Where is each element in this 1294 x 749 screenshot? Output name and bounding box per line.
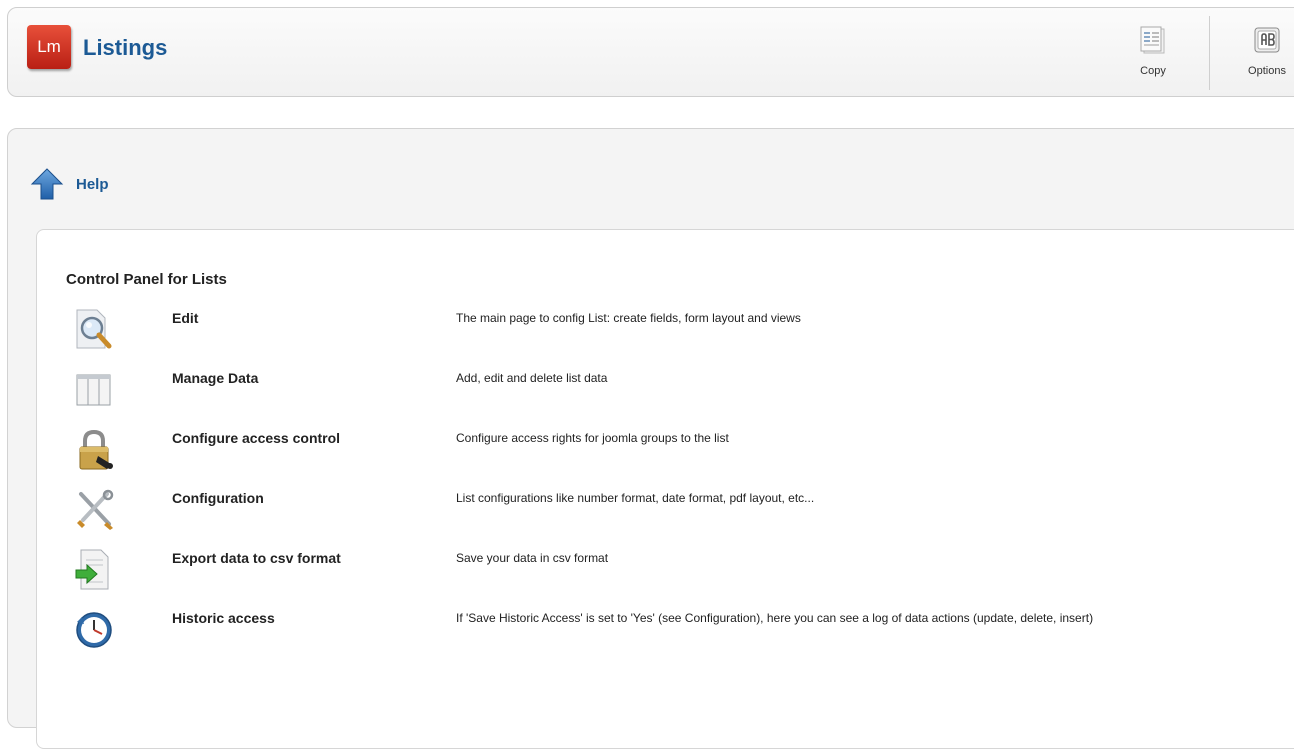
copy-button[interactable]: Copy	[1123, 25, 1183, 89]
app-logo: Lm	[27, 25, 71, 69]
export-document-icon	[75, 549, 109, 590]
list-item: Edit The main page to config List: creat…	[66, 308, 1286, 358]
columns-table-icon	[76, 374, 111, 406]
help-label: Help	[76, 176, 109, 193]
configuration-link[interactable]: Configuration	[172, 490, 264, 506]
options-label: Options	[1248, 65, 1286, 77]
item-description: Save your data in csv format	[456, 551, 609, 565]
edit-link[interactable]: Edit	[172, 310, 198, 326]
header-toolbar: Lm Listings Copy Options	[7, 7, 1294, 97]
control-panel-title: Control Panel for Lists	[66, 271, 227, 288]
magnifier-document-icon	[76, 309, 112, 349]
tools-icon	[77, 489, 114, 530]
toolbar-divider	[1209, 16, 1210, 90]
list-item: Export data to csv format Save your data…	[66, 548, 1286, 598]
item-description: If 'Save Historic Access' is set to 'Yes…	[456, 611, 1094, 625]
export-csv-link[interactable]: Export data to csv format	[172, 550, 341, 566]
list-item: Configuration List configurations like n…	[66, 488, 1286, 538]
page-title: Listings	[83, 35, 168, 60]
list-item: Manage Data Add, edit and delete list da…	[66, 368, 1286, 418]
manage-data-link[interactable]: Manage Data	[172, 370, 258, 386]
clock-history-icon	[76, 612, 112, 648]
options-icon	[1254, 27, 1280, 53]
item-description: Add, edit and delete list data	[456, 371, 608, 385]
item-description: Configure access rights for joomla group…	[456, 431, 729, 445]
list-item: Configure access control Configure acces…	[66, 428, 1286, 478]
item-description: List configurations like number format, …	[456, 491, 815, 505]
configure-access-control-link[interactable]: Configure access control	[172, 430, 340, 446]
historic-access-link[interactable]: Historic access	[172, 610, 275, 626]
up-arrow-icon	[30, 168, 64, 200]
copy-icon	[1140, 26, 1165, 54]
main-panel: Help Control Panel for Lists Edit The ma…	[7, 128, 1294, 749]
padlock-icon	[79, 429, 113, 470]
list-item: Historic access If 'Save Historic Access…	[66, 608, 1286, 658]
control-panel: Control Panel for Lists Edit The main pa…	[36, 229, 1294, 749]
options-button[interactable]: Options	[1237, 25, 1294, 89]
item-description: The main page to config List: create fie…	[456, 311, 801, 325]
copy-label: Copy	[1140, 65, 1166, 77]
